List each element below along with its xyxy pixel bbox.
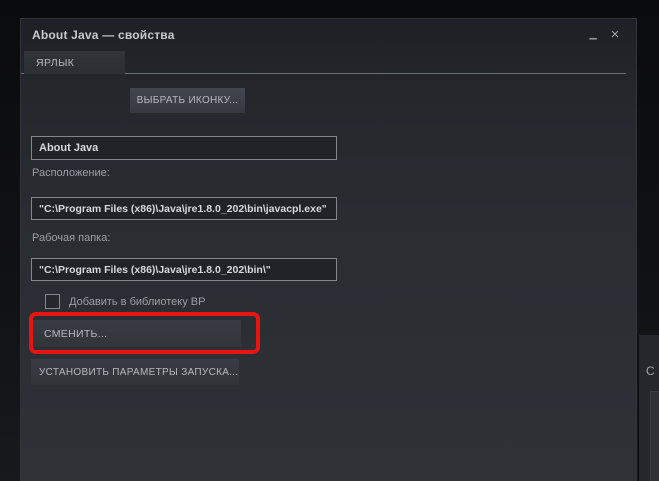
- workdir-label: Рабочая папка:: [32, 232, 110, 244]
- close-button[interactable]: ×: [606, 23, 624, 45]
- minimize-button[interactable]: –: [584, 23, 602, 45]
- tab-shortcut[interactable]: ЯРЛЫК: [24, 51, 125, 74]
- change-button[interactable]: СМЕНИТЬ...: [31, 320, 241, 347]
- choose-icon-button-label: ВЫБРАТЬ ИКОНКУ...: [137, 95, 239, 106]
- workdir-input[interactable]: [31, 258, 337, 281]
- close-icon: ×: [611, 27, 620, 42]
- vr-library-checkbox[interactable]: [45, 294, 60, 309]
- tab-shortcut-label: ЯРЛЫК: [36, 57, 74, 69]
- choose-icon-button[interactable]: ВЫБРАТЬ ИКОНКУ...: [130, 88, 245, 113]
- shortcut-name-input[interactable]: [31, 136, 337, 160]
- change-button-label: СМЕНИТЬ...: [44, 328, 107, 340]
- set-launch-options-button-label: УСТАНОВИТЬ ПАРАМЕТРЫ ЗАПУСКА...: [39, 367, 238, 378]
- window-controls: – ×: [584, 23, 624, 45]
- set-launch-options-button[interactable]: УСТАНОВИТЬ ПАРАМЕТРЫ ЗАПУСКА...: [31, 359, 239, 385]
- titlebar: About Java — свойства – ×: [21, 19, 636, 51]
- location-label: Расположение:: [32, 167, 110, 179]
- background-window-panel: [650, 391, 659, 481]
- minimize-icon: –: [589, 31, 597, 46]
- window-title: About Java — свойства: [32, 28, 175, 42]
- vr-library-checkbox-label: Добавить в библиотеку ВР: [69, 296, 205, 308]
- background-window-partial-text: С: [646, 364, 655, 378]
- location-input[interactable]: [31, 197, 337, 220]
- properties-dialog: About Java — свойства – × ЯРЛЫК ВЫБРАТЬ …: [20, 18, 637, 481]
- background-window-sliver: С: [638, 335, 659, 481]
